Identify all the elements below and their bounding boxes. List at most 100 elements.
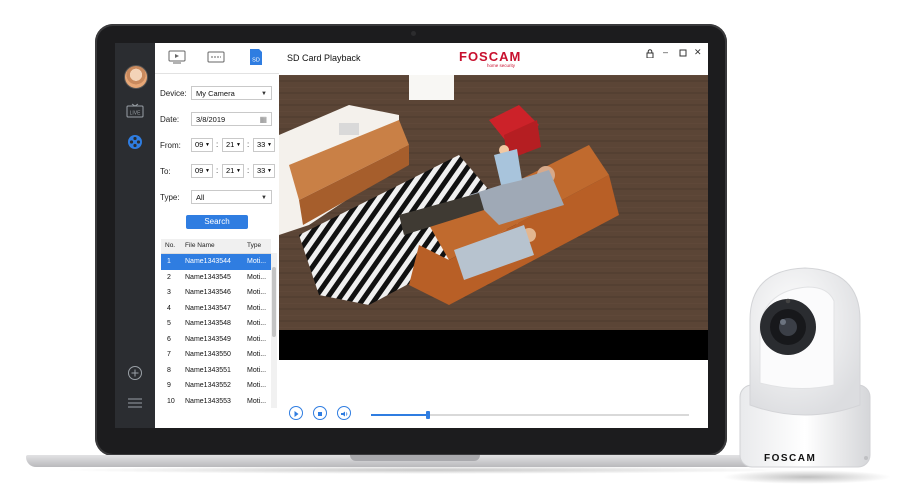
play-icon — [294, 411, 299, 417]
device-select[interactable]: My Camera ▼ — [191, 86, 272, 100]
chevron-down-icon: ▼ — [261, 195, 267, 201]
to-second-select[interactable]: 33 ▼ — [253, 164, 275, 178]
to-second-value: 33 — [257, 166, 266, 175]
from-hour-value: 09 — [195, 140, 204, 149]
table-row[interactable]: 9 Name1343552 Moti... — [161, 378, 271, 394]
table-cell-type: Moti... — [247, 366, 267, 374]
svg-text:SD: SD — [252, 58, 260, 64]
table-cell-type: Moti... — [247, 397, 267, 405]
tab-live-video[interactable] — [168, 50, 186, 64]
security-camera-device — [738, 265, 872, 475]
from-hour-select[interactable]: 09 ▼ — [191, 138, 213, 152]
table-cell-type: Moti... — [247, 258, 267, 265]
table-cell-type: Moti... — [247, 382, 267, 389]
play-button[interactable] — [289, 406, 303, 420]
column-header-no[interactable]: No. — [165, 242, 175, 249]
table-cell-file: Name1343549 — [185, 335, 231, 343]
live-icon[interactable]: LIVE — [125, 103, 145, 119]
table-body: 1 Name1343544 Moti... 2 Name1343545 Moti... 3 N… — [161, 254, 271, 409]
from-second-value: 33 — [257, 140, 266, 149]
scrollbar-thumb[interactable] — [272, 267, 276, 337]
device-label: Device: — [160, 89, 187, 98]
table-cell-no: 10 — [167, 397, 175, 405]
brand-tagline: home security — [487, 63, 516, 68]
type-select[interactable]: All ▼ — [191, 190, 272, 204]
table-cell-file: Name1343544 — [185, 258, 231, 265]
table-cell-file: Name1343545 — [185, 273, 231, 281]
table-cell-file: Name1343551 — [185, 366, 231, 374]
table-cell-file: Name1343548 — [185, 320, 231, 327]
laptop-base-notch — [350, 455, 480, 461]
webcam-dot — [411, 31, 416, 36]
date-field[interactable]: 3/8/2019 ▦ — [191, 112, 272, 126]
add-icon[interactable] — [125, 365, 145, 381]
lock-icon[interactable] — [646, 49, 654, 60]
date-field-value: 3/8/2019 — [196, 115, 226, 124]
recordings-table: No. File Name Type 1 Name1343544 Moti... 2 N… — [161, 239, 277, 409]
column-header-type[interactable]: Type — [247, 242, 261, 249]
table-row[interactable]: 5 Name1343548 Moti... — [161, 316, 271, 332]
table-cell-no: 6 — [167, 335, 171, 343]
to-minute-select[interactable]: 21 ▼ — [222, 164, 244, 178]
volume-icon — [341, 411, 348, 417]
from-second-select[interactable]: 33 ▼ — [253, 138, 275, 152]
type-select-value: All — [196, 193, 205, 202]
chevron-down-icon: ▼ — [236, 142, 241, 148]
table-cell-file: Name1343550 — [185, 351, 231, 358]
table-row[interactable]: 3 Name1343546 Moti... — [161, 285, 271, 301]
monitor-icon — [168, 50, 186, 64]
seek-bar[interactable] — [371, 411, 689, 419]
seek-bar-handle[interactable] — [426, 411, 431, 419]
tab-sd[interactable]: SD — [248, 48, 266, 65]
table-cell-type: Moti... — [247, 273, 267, 281]
from-minute-select[interactable]: 21 ▼ — [222, 138, 244, 152]
maximize-icon[interactable] — [679, 49, 687, 59]
table-cell-no: 2 — [167, 273, 171, 281]
table-cell-no: 4 — [167, 304, 171, 312]
svg-text:LIVE: LIVE — [130, 111, 142, 117]
chevron-down-icon: ▼ — [236, 168, 241, 174]
table-row[interactable]: 6 Name1343549 Moti... — [161, 332, 271, 348]
chevron-down-icon: ▼ — [261, 91, 267, 97]
table-cell-type: Moti... — [247, 351, 267, 358]
to-hour-select[interactable]: 09 ▼ — [191, 164, 213, 178]
table-row[interactable]: 4 Name1343547 Moti... — [161, 301, 271, 317]
table-scrollbar[interactable] — [271, 253, 277, 408]
laptop-shadow — [60, 466, 800, 474]
table-cell-type: Moti... — [247, 335, 267, 343]
table-cell-type: Moti... — [247, 304, 267, 312]
tab-nvr[interactable] — [207, 50, 225, 64]
table-row[interactable]: 1 Name1343544 Moti... — [161, 254, 271, 270]
table-row[interactable]: 2 Name1343545 Moti... — [161, 270, 271, 286]
menu-icon[interactable] — [125, 397, 145, 413]
time-separator: : — [247, 140, 250, 149]
close-icon[interactable]: ✕ — [694, 47, 702, 58]
volume-button[interactable] — [337, 406, 351, 420]
title-bar: SD Card Playback FOSCAM home security – … — [279, 43, 708, 75]
search-button[interactable]: Search — [186, 215, 248, 229]
playback-search-panel: SD Device: My Camera ▼ Date: 3/8/2019 ▦ … — [155, 43, 280, 428]
stop-button[interactable] — [313, 406, 327, 420]
to-label: To: — [160, 167, 171, 176]
table-row[interactable]: 7 Name1343550 Moti... — [161, 347, 271, 363]
playback-reel-icon[interactable] — [125, 133, 145, 149]
chevron-down-icon: ▼ — [267, 168, 272, 174]
stop-icon — [318, 412, 322, 416]
window-title: SD Card Playback — [287, 53, 361, 63]
table-row[interactable]: 10 Name1343553 Moti... — [161, 394, 271, 410]
seek-bar-progress — [371, 414, 429, 416]
avatar[interactable] — [124, 65, 148, 89]
chevron-down-icon: ▼ — [205, 168, 210, 174]
column-header-file-name[interactable]: File Name — [185, 242, 215, 249]
sd-card-icon: SD — [250, 49, 262, 65]
nvr-icon — [207, 51, 225, 63]
table-cell-no: 3 — [167, 289, 171, 296]
calendar-icon[interactable]: ▦ — [259, 113, 267, 127]
table-row[interactable]: 8 Name1343551 Moti... — [161, 363, 271, 379]
from-label: From: — [160, 141, 181, 150]
chevron-down-icon: ▼ — [205, 142, 210, 148]
to-hour-value: 09 — [195, 166, 204, 175]
brand-logo: FOSCAM — [459, 49, 522, 64]
minimize-icon[interactable]: – — [663, 47, 668, 57]
table-cell-no: 5 — [167, 320, 171, 327]
